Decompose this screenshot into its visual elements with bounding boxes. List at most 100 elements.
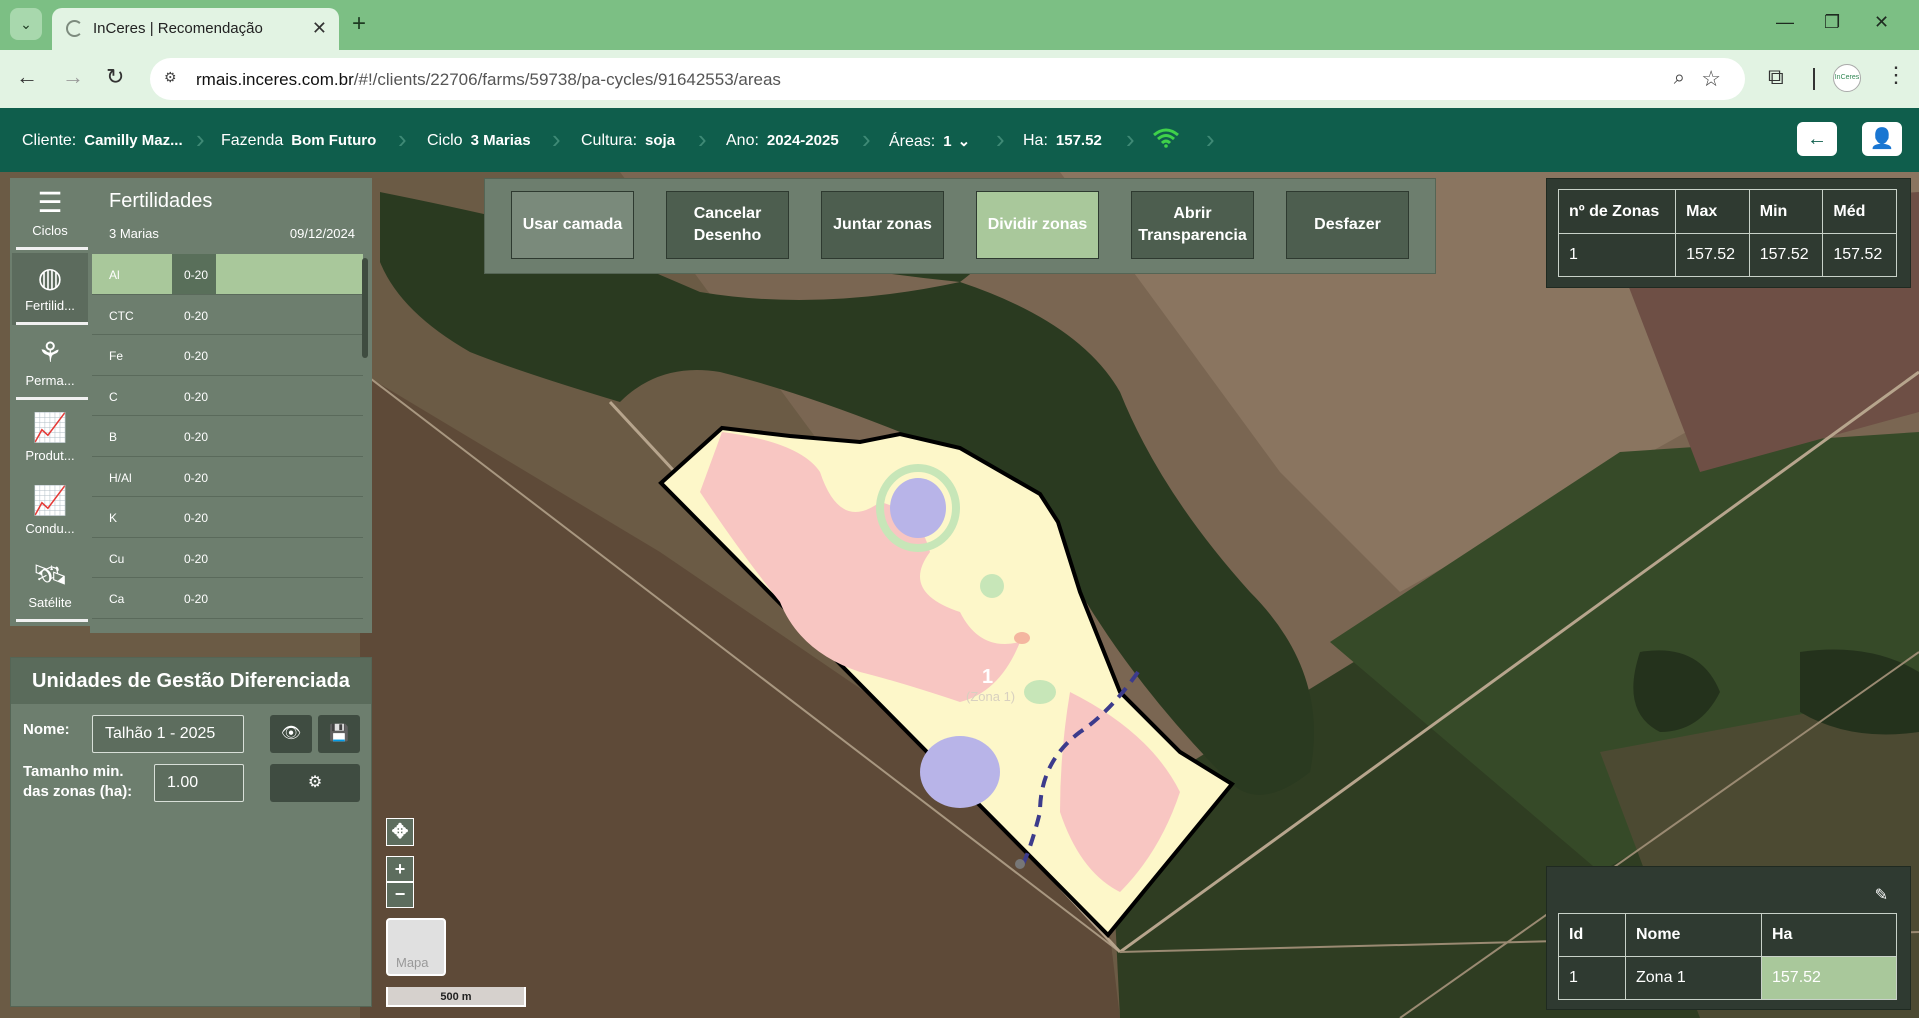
sidebar-item-condutividade[interactable]: 📈 Condu... — [12, 476, 88, 548]
reload-icon[interactable]: ↻ — [106, 64, 124, 90]
table-cell: 157.52 — [1675, 233, 1750, 277]
zones-panel: ✎ Id Nome Ha 1 Zona 1 157.52 — [1546, 866, 1911, 1010]
tab-search-chevron-icon[interactable]: ⌄ — [10, 8, 42, 40]
list-item[interactable]: C 0-20 — [92, 376, 363, 416]
new-tab-icon[interactable]: + — [352, 10, 366, 38]
edit-pencil-icon[interactable]: ✎ — [1875, 885, 1888, 905]
list-item[interactable]: B 0-20 — [92, 416, 363, 457]
layer-depth: 0-20 — [184, 470, 209, 485]
cancelar-desenho-button[interactable]: Cancelar Desenho — [666, 191, 789, 259]
breadcrumb-ha: Ha: 157.52 — [1023, 132, 1102, 149]
list-item[interactable]: CTC 0-20 — [92, 295, 363, 335]
restore-icon[interactable]: ❐ — [1824, 12, 1840, 33]
base-map-toggle[interactable]: Mapa — [386, 918, 446, 976]
column-header: Ha — [1761, 913, 1897, 957]
column-header: Nome — [1625, 913, 1762, 957]
map-scale-bar: 500 m — [386, 987, 526, 1007]
pan-move-icon[interactable]: ✥ — [386, 818, 414, 846]
active-underline — [16, 397, 88, 400]
browser-menu-icon[interactable]: ⋮ — [1885, 62, 1907, 88]
tamanho-label: Tamanho min. das zonas (ha): — [23, 763, 133, 800]
zones-table: Id Nome Ha 1 Zona 1 157.52 — [1558, 913, 1897, 1000]
user-profile-button[interactable]: 👤 — [1862, 122, 1902, 156]
column-header: nº de Zonas — [1557, 189, 1677, 234]
fertility-layer-list[interactable]: Al 0-20 CTC 0-20 Fe 0-20 C 0-20 B 0-20 H/Al 0-… — [92, 254, 363, 624]
app-header: Cliente: Camilly Maz... › Fazenda Bom Futu… — [0, 108, 1919, 172]
ugd-panel: Unidades de Gestão Diferenciada Nome: Ta… — [10, 657, 372, 1007]
satellite-icon: 🛰 — [32, 559, 68, 590]
sidebar-item-permanencia[interactable]: ⚘ Perma... — [12, 328, 88, 400]
nome-input[interactable]: Talhão 1 - 2025 — [92, 715, 244, 753]
breadcrumb-cultura[interactable]: Cultura: soja — [581, 132, 675, 150]
sidebar-item-satelite[interactable]: 🛰 Satélite — [12, 550, 88, 622]
breadcrumb-areas[interactable]: Áreas: 1 ⌄ — [889, 132, 970, 151]
list-item[interactable]: Cu 0-20 — [92, 538, 363, 578]
table-cell: 1 — [1558, 956, 1626, 1000]
sidebar-item-fertilidades[interactable]: ◍ Fertilid... — [12, 253, 88, 325]
site-info-icon[interactable]: ⚙ — [164, 69, 184, 89]
minimap-label: Mapa — [396, 955, 429, 970]
trend-chart-icon: 📈 — [32, 485, 68, 516]
juntar-zonas-button[interactable]: Juntar zonas — [821, 191, 944, 259]
table-cell: 157.52 — [1822, 233, 1897, 277]
breadcrumb-ciclo[interactable]: Ciclo 3 Marias — [427, 132, 531, 150]
tab-close-icon[interactable]: ✕ — [312, 18, 327, 39]
list-item[interactable]: Fe 0-20 — [92, 335, 363, 376]
dividir-zonas-button[interactable]: Dividir zonas — [976, 191, 1099, 259]
layer-name: H/Al — [109, 470, 132, 485]
sidebar-item-produtividade[interactable]: 📈 Produt... — [12, 403, 88, 475]
list-scrollbar[interactable] — [362, 258, 368, 358]
table-cell: Zona 1 — [1625, 956, 1762, 1000]
minimize-icon[interactable]: — — [1776, 12, 1794, 33]
browser-tab[interactable]: InCeres | Recomendação ✕ — [52, 8, 339, 50]
profile-avatar[interactable]: InCeres — [1833, 64, 1861, 92]
breadcrumb-ano[interactable]: Ano: 2024-2025 — [726, 132, 839, 150]
zone-stats-panel: nº de Zonas Max Min Méd 1 157.52 157.52 … — [1546, 178, 1911, 288]
wifi-icon — [1153, 128, 1179, 148]
cogs-icon[interactable]: ⚙ — [270, 764, 360, 802]
list-icon: ☰ — [37, 187, 63, 218]
zoom-icon[interactable]: ⌕ — [1674, 67, 1685, 90]
loading-favicon-icon — [66, 20, 83, 37]
nome-label: Nome: — [23, 721, 70, 738]
url-field[interactable]: ⚙ rmais.inceres.com.br/#!/clients/22706/… — [150, 58, 1745, 100]
list-item[interactable]: Ca 0-20 — [92, 578, 363, 619]
forward-icon[interactable]: → — [62, 64, 84, 90]
chevron-right-icon: › — [1206, 124, 1215, 154]
eye-icon[interactable]: 👁 — [270, 715, 312, 753]
tamanho-input[interactable]: 1.00 — [154, 764, 244, 802]
table-cell: 1 — [1557, 233, 1677, 277]
zoom-in-button[interactable]: + — [386, 856, 414, 882]
breadcrumb-cliente[interactable]: Cliente: Camilly Maz... — [22, 132, 183, 150]
desfazer-button[interactable]: Desfazer — [1286, 191, 1409, 259]
ugd-title: Unidades de Gestão Diferenciada — [11, 658, 371, 704]
left-icon-sidebar: ☰ Ciclos ◍ Fertilid... ⚘ Perma... 📈 Prod… — [10, 178, 90, 626]
active-underline — [16, 247, 88, 250]
sidebar-item-ciclos[interactable]: ☰ Ciclos — [12, 178, 88, 250]
breadcrumb-fazenda[interactable]: Fazenda Bom Futuro — [221, 132, 376, 150]
zone-number-label: 1 — [982, 666, 994, 688]
list-item[interactable]: H/Al 0-20 — [92, 457, 363, 497]
zone-name-label: (Zona 1) — [966, 689, 1016, 704]
bookmark-star-icon[interactable]: ☆ — [1701, 66, 1721, 92]
tab-title: InCeres | Recomendação — [93, 20, 263, 37]
list-item[interactable]: Al 0-20 — [92, 254, 363, 295]
back-icon[interactable]: ← — [16, 64, 38, 90]
save-icon[interactable]: 💾 — [318, 715, 360, 753]
table-row[interactable]: 1 Zona 1 157.52 — [1558, 956, 1897, 1000]
window-close-icon[interactable]: ✕ — [1874, 12, 1889, 33]
chevron-right-icon: › — [398, 124, 407, 154]
back-arrow-button[interactable]: ← — [1797, 122, 1837, 156]
layer-name: K — [109, 511, 118, 525]
extensions-icon[interactable]: ⧉ — [1768, 64, 1784, 90]
chevron-right-icon: › — [196, 124, 205, 154]
layer-name: C — [109, 389, 118, 404]
table-cell: 157.52 — [1748, 233, 1824, 277]
panel-subtitle: 3 Marias — [109, 226, 159, 241]
usar-camada-button[interactable]: Usar camada — [511, 191, 634, 259]
abrir-transparencia-button[interactable]: Abrir Transparencia — [1131, 191, 1254, 259]
chevron-right-icon: › — [996, 124, 1005, 154]
list-item[interactable]: K 0-20 — [92, 497, 363, 538]
layer-depth: 0-20 — [184, 592, 209, 606]
zoom-out-button[interactable]: − — [386, 882, 414, 908]
